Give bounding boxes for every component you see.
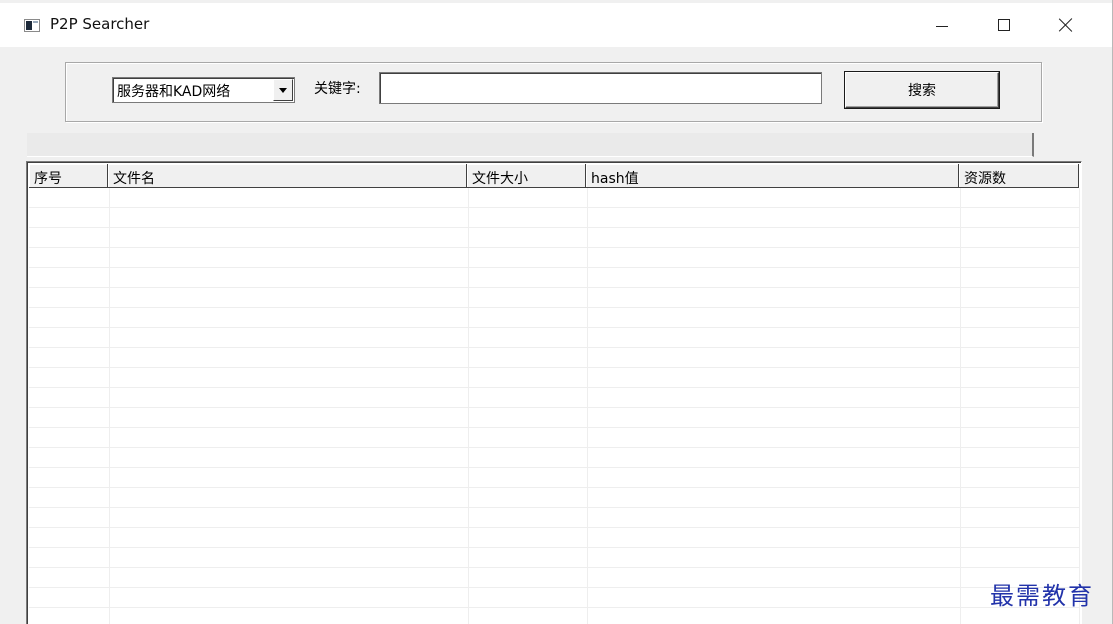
keyword-input[interactable] <box>379 72 822 104</box>
results-list[interactable]: 序号 文件名 文件大小 hash值 资源数 <box>26 161 1082 624</box>
title-bar[interactable]: P2P Searcher <box>0 3 1112 47</box>
column-divider <box>587 188 588 624</box>
chevron-down-icon <box>279 87 287 93</box>
progress-strip <box>27 133 1034 157</box>
column-divider <box>1079 188 1080 624</box>
column-divider <box>468 188 469 624</box>
close-icon <box>1059 18 1073 32</box>
network-select[interactable]: 服务器和KAD网络 <box>112 77 295 103</box>
maximize-button[interactable] <box>978 3 1030 47</box>
column-divider <box>109 188 110 624</box>
column-header-filesize[interactable]: 文件大小 <box>467 164 586 188</box>
app-window: P2P Searcher 服务器和KAD网络 关键字: 搜索 序号 文件名 文件… <box>0 0 1113 624</box>
column-header-index[interactable]: 序号 <box>29 164 108 188</box>
app-icon <box>24 19 40 32</box>
results-header: 序号 文件名 文件大小 hash值 资源数 <box>29 164 1079 188</box>
column-header-filename[interactable]: 文件名 <box>108 164 467 188</box>
column-header-hash[interactable]: hash值 <box>586 164 959 188</box>
watermark-text: 最需教育 <box>990 582 1094 610</box>
close-button[interactable] <box>1040 3 1092 47</box>
minimize-icon <box>936 25 948 27</box>
results-body <box>29 188 1079 624</box>
window-title: P2P Searcher <box>50 15 150 33</box>
minimize-button[interactable] <box>916 3 968 47</box>
network-select-value: 服务器和KAD网络 <box>117 84 231 100</box>
search-button[interactable]: 搜索 <box>845 72 999 108</box>
keyword-label: 关键字: <box>314 81 361 97</box>
column-divider <box>960 188 961 624</box>
network-select-dropdown-button[interactable] <box>273 79 293 101</box>
maximize-icon <box>998 19 1010 31</box>
column-header-sources[interactable]: 资源数 <box>959 164 1079 188</box>
